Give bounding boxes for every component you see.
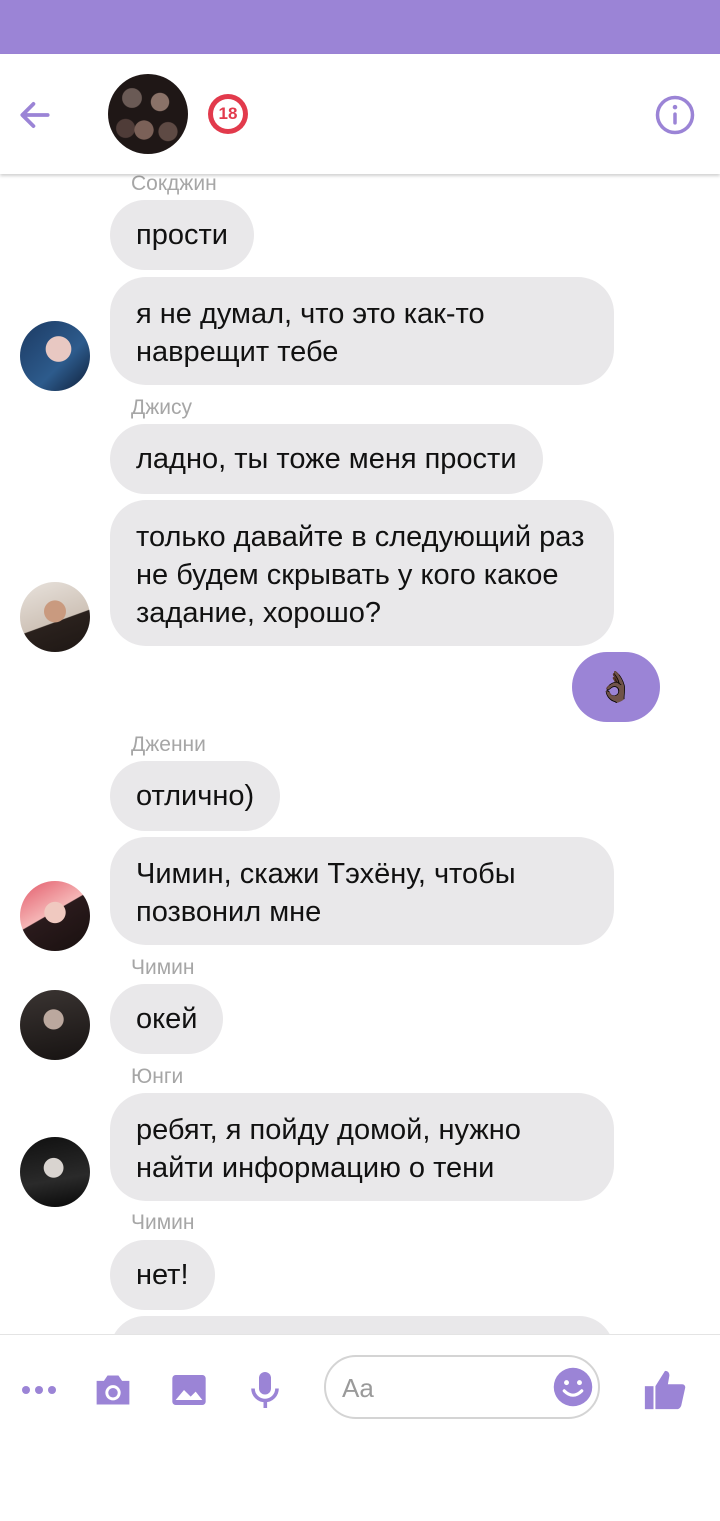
microphone-icon (251, 1372, 279, 1408)
sender-name: Джису (131, 396, 193, 419)
age-badge-label: 18 (213, 99, 243, 129)
more-button[interactable] (14, 1365, 64, 1415)
message-bubble[interactable]: нет! (110, 1240, 215, 1310)
message-bubble[interactable]: только давайте в следующий раз не будем … (110, 500, 614, 646)
message-bubble[interactable]: я не думал, что это как-то наврещит тебе (110, 277, 614, 385)
message-input-box[interactable] (324, 1355, 600, 1419)
own-message-bubble[interactable]: 👌🏿 (572, 652, 660, 722)
sender-avatar[interactable] (20, 321, 90, 391)
thumbs-up-icon (644, 1370, 686, 1410)
back-button[interactable] (14, 94, 56, 136)
emoji-button[interactable] (552, 1366, 594, 1408)
camera-button[interactable] (88, 1365, 138, 1415)
message-bubble[interactable]: ладно, ты тоже меня прости (110, 424, 543, 494)
sender-name: Дженни (131, 733, 206, 756)
message-bubble[interactable]: прости (110, 200, 254, 270)
message-bubble[interactable]: ребят, я пойду домой, нужно найти информ… (110, 1093, 614, 1201)
info-button[interactable] (654, 94, 696, 136)
like-button[interactable] (640, 1365, 690, 1415)
sender-avatar[interactable] (20, 1137, 90, 1207)
voice-button[interactable] (240, 1365, 290, 1415)
sender-name: Юнги (131, 1065, 184, 1088)
image-icon (172, 1375, 206, 1405)
sender-name: Сокджин (131, 172, 217, 195)
status-bar (0, 0, 720, 54)
camera-icon (96, 1375, 130, 1405)
sender-name: Чимин (131, 956, 195, 979)
message-bubble[interactable]: Чимин, скажи Тэхёну, чтобы позвонил мне (110, 837, 614, 945)
group-avatar[interactable] (108, 74, 188, 154)
sender-avatar[interactable] (20, 881, 90, 951)
chat-header: 18 (0, 54, 720, 174)
more-dots-icon (22, 1386, 56, 1394)
sender-avatar[interactable] (20, 582, 90, 652)
sender-avatar[interactable] (20, 990, 90, 1060)
message-bubble[interactable]: отлично) (110, 761, 281, 831)
message-input[interactable] (340, 1367, 544, 1409)
message-bubble[interactable]: окей (110, 984, 224, 1054)
age-18-badge: 18 (208, 94, 248, 134)
info-icon (655, 95, 695, 135)
smiley-icon (553, 1367, 593, 1407)
arrow-left-icon (20, 102, 50, 128)
sender-name: Чимин (131, 1211, 195, 1234)
message-composer (0, 1334, 720, 1521)
gallery-button[interactable] (164, 1365, 214, 1415)
